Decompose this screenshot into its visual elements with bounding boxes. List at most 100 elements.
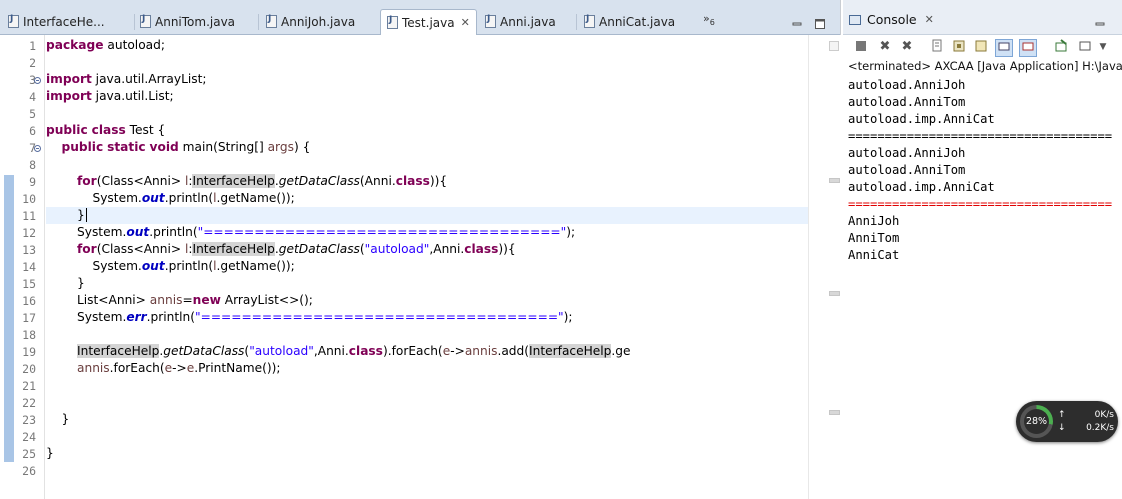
- console-tab[interactable]: Console ✕: [849, 12, 934, 27]
- overflow-chevron-icon: »: [703, 12, 710, 25]
- arrow-down-icon: ↓: [1058, 423, 1066, 433]
- minimize-icon[interactable]: [1095, 14, 1105, 26]
- tab-separator: [576, 14, 577, 30]
- line-number: 22: [22, 396, 36, 410]
- overview-marker[interactable]: [829, 410, 840, 415]
- tab-annitom[interactable]: AnniTom.java: [140, 10, 235, 33]
- close-icon[interactable]: ✕: [461, 16, 470, 29]
- tab-interfacehelp[interactable]: InterfaceHe...: [8, 10, 105, 33]
- fold-toggle-icon[interactable]: [34, 145, 41, 152]
- code-editor[interactable]: InterfaceHe... AnniTom.java AnniJoh.java…: [0, 0, 841, 499]
- tab-anni[interactable]: Anni.java: [485, 10, 556, 33]
- change-indicator-bar: [4, 175, 14, 462]
- word-wrap-icon[interactable]: [973, 39, 989, 55]
- console-title: Console: [867, 12, 917, 27]
- code-line: }: [46, 276, 85, 290]
- code-line: InterfaceHelp.getDataClass("autoload",An…: [77, 344, 631, 358]
- console-output-line: ====================================: [848, 129, 1113, 143]
- scroll-lock-icon[interactable]: [951, 39, 967, 55]
- tab-test[interactable]: Test.java ✕: [380, 9, 477, 35]
- tab-label: AnniCat.java: [599, 14, 676, 29]
- upload-row: ↑ 0K/s: [1058, 410, 1114, 420]
- console-output-line: autoload.AnniTom: [848, 95, 966, 109]
- line-number: 25: [22, 447, 36, 461]
- line-number: 18: [22, 328, 36, 342]
- line-number: 10: [22, 192, 36, 206]
- code-line: }: [46, 412, 70, 426]
- tab-overflow-button[interactable]: »6: [703, 12, 715, 27]
- show-console-on-output-icon[interactable]: [995, 39, 1013, 57]
- tab-label: Test.java: [402, 15, 455, 30]
- minimize-icon[interactable]: [792, 14, 802, 26]
- code-line: import java.util.List;: [46, 89, 174, 103]
- code-line: System.out.println(l.getName());: [46, 259, 295, 273]
- java-file-icon: [485, 14, 496, 28]
- console-output-line: autoload.imp.AnniCat: [848, 180, 995, 194]
- line-number: 24: [22, 430, 36, 444]
- overview-marker[interactable]: [829, 178, 840, 183]
- tab-annijoh[interactable]: AnniJoh.java: [266, 10, 355, 33]
- tab-separator: [258, 14, 259, 30]
- line-number: 1: [29, 39, 36, 53]
- line-number: 4: [29, 90, 36, 104]
- line-number: 13: [22, 243, 36, 257]
- console-icon: [849, 14, 861, 25]
- display-selected-console-icon[interactable]: [1077, 39, 1093, 55]
- line-number: 19: [22, 345, 36, 359]
- line-number: 2: [29, 56, 36, 70]
- code-line: for(Class<Anni> l:InterfaceHelp.getDataC…: [77, 174, 448, 188]
- tab-label: Anni.java: [500, 14, 556, 29]
- pin-console-icon[interactable]: [1053, 39, 1069, 55]
- download-row: ↓ 0.2K/s: [1058, 423, 1114, 433]
- java-file-icon: [8, 14, 19, 28]
- line-number: 15: [22, 277, 36, 291]
- line-number: 7: [29, 141, 36, 155]
- console-error-line: ====================================: [848, 197, 1113, 211]
- arrow-up-icon: ↑: [1058, 410, 1066, 420]
- network-monitor-widget[interactable]: 28% ↑ 0K/s ↓ 0.2K/s: [1016, 401, 1118, 442]
- code-line: package autoload;: [46, 38, 165, 52]
- editor-tab-bar: InterfaceHe... AnniTom.java AnniJoh.java…: [0, 0, 840, 35]
- overview-ruler[interactable]: [808, 35, 841, 499]
- code-area[interactable]: package autoload; import java.util.Array…: [46, 35, 808, 499]
- line-number-gutter: 1 2 3 4 5 6 7 8 9 10 11 12 13 14 15 16 17 18 19 20 21 22 23 24 2…: [0, 35, 45, 499]
- line-number: 21: [22, 379, 36, 393]
- terminate-icon[interactable]: [853, 39, 869, 55]
- line-number: 11: [22, 209, 36, 223]
- show-console-on-error-icon[interactable]: [1019, 39, 1037, 57]
- code-line: List<Anni> annis=new ArrayList<>();: [46, 293, 313, 307]
- line-number: 14: [22, 260, 36, 274]
- upload-speed: 0K/s: [1094, 410, 1114, 420]
- code-line: System.out.println(l.getName());: [46, 191, 295, 205]
- line-number: 16: [22, 294, 36, 308]
- console-output-line: AnniTom: [848, 231, 900, 245]
- java-file-icon: [140, 14, 151, 28]
- fold-toggle-icon[interactable]: [34, 77, 41, 84]
- overview-marker[interactable]: [829, 291, 840, 296]
- line-number: 17: [22, 311, 36, 325]
- remove-all-terminated-icon[interactable]: ✖: [899, 39, 915, 55]
- tab-label: AnniTom.java: [155, 14, 236, 29]
- line-number: 26: [22, 464, 36, 478]
- console-output-line: autoload.imp.AnniCat: [848, 112, 995, 126]
- code-line: public static void main(String[] args) {: [61, 140, 311, 154]
- java-file-icon: [584, 14, 595, 28]
- clear-console-icon[interactable]: [929, 39, 945, 55]
- line-number: 23: [22, 413, 36, 427]
- line-number: 3: [29, 73, 36, 87]
- console-output-line: AnniJoh: [848, 214, 900, 228]
- maximize-icon[interactable]: [815, 14, 825, 29]
- code-line: annis.forEach(e->e.PrintName());: [77, 361, 281, 375]
- dropdown-chevron-icon[interactable]: ▼: [1095, 39, 1111, 55]
- download-speed: 0.2K/s: [1086, 423, 1114, 433]
- line-number: 5: [29, 107, 36, 121]
- close-icon[interactable]: ✕: [925, 13, 934, 26]
- remove-launch-icon[interactable]: ✖: [877, 39, 893, 55]
- code-line-current: }: [46, 207, 808, 224]
- code-line: for(Class<Anni> l:InterfaceHelp.getDataC…: [77, 242, 516, 256]
- tab-annicat[interactable]: AnniCat.java: [584, 10, 675, 33]
